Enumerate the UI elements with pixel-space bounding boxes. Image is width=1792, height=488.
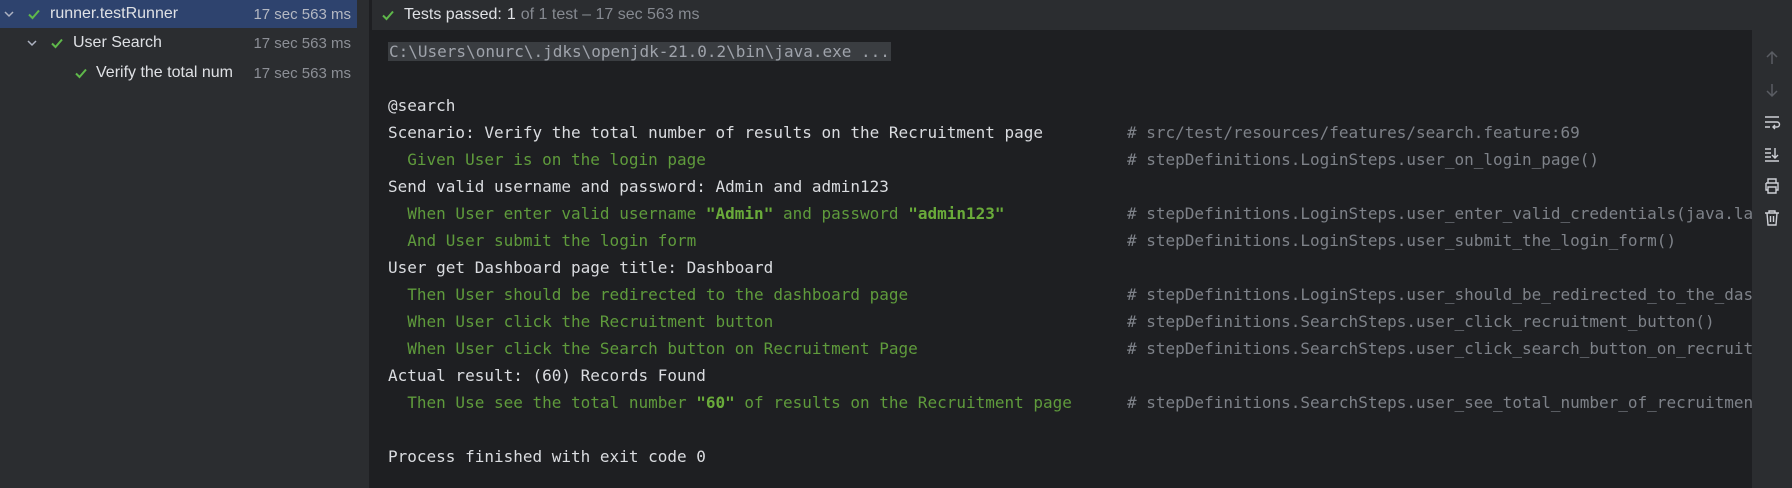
- step-text: Then Use see the total number: [388, 393, 697, 412]
- console-line: @search: [388, 96, 456, 115]
- console-line: Given User is on the login page: [388, 150, 706, 169]
- console-line: Scenario: Verify the total number of res…: [388, 123, 1044, 142]
- console-line: When User click the Search button on Rec…: [388, 339, 918, 358]
- trash-icon[interactable]: [1760, 206, 1784, 230]
- soft-wrap-icon[interactable]: [1760, 110, 1784, 134]
- tree-item-user-search[interactable]: User Search 17 sec 563 ms: [0, 29, 357, 57]
- console-line: Actual result: (60) Records Found: [388, 366, 706, 385]
- tree-item-label: User Search: [73, 34, 162, 51]
- step-text: and password: [773, 204, 909, 223]
- console-comment[interactable]: # stepDefinitions.LoginSteps.user_should…: [1127, 281, 1752, 308]
- step-param: "Admin": [705, 204, 774, 223]
- tree-item-time: 17 sec 563 ms: [253, 64, 351, 82]
- console-comment[interactable]: # stepDefinitions.SearchSteps.user_click…: [1127, 335, 1752, 362]
- step-text: When User enter valid username: [388, 204, 706, 223]
- tests-passed-count: 1: [506, 6, 516, 23]
- console-line: Process finished with exit code 0: [388, 447, 706, 466]
- console-comment[interactable]: # stepDefinitions.LoginSteps.user_submit…: [1127, 227, 1676, 254]
- print-icon[interactable]: [1760, 174, 1784, 198]
- console-comment[interactable]: # src/test/resources/features/search.fea…: [1127, 119, 1580, 146]
- console-line: When User enter valid username "Admin" a…: [388, 200, 1005, 227]
- chevron-down-icon[interactable]: [2, 7, 16, 21]
- step-param: "60": [696, 393, 735, 412]
- console-toolbar: [1752, 30, 1792, 488]
- tree-item-time: 17 sec 563 ms: [253, 5, 351, 23]
- tree-item-label: Verify the total num: [96, 64, 233, 81]
- tree-item-label: runner.testRunner: [50, 5, 179, 22]
- tests-passed-detail: of 1 test – 17 sec 563 ms: [520, 6, 700, 23]
- step-text: of results on the Recruitment page: [734, 393, 1072, 412]
- console-comment[interactable]: # stepDefinitions.LoginSteps.user_on_log…: [1127, 146, 1599, 173]
- console-comment[interactable]: # stepDefinitions.SearchSteps.user_click…: [1127, 308, 1715, 335]
- check-icon: [26, 6, 42, 22]
- scroll-to-end-icon[interactable]: [1760, 142, 1784, 166]
- console-line: Then User should be redirected to the da…: [388, 285, 909, 304]
- console-line: Send valid username and password: Admin …: [388, 177, 889, 196]
- console-output[interactable]: C:\Users\onurc\.jdks\openjdk-21.0.2\bin\…: [372, 30, 1752, 488]
- console-line: And User submit the login form: [388, 231, 697, 250]
- check-icon: [49, 35, 65, 51]
- console-line: Then Use see the total number "60" of re…: [388, 389, 1072, 416]
- step-param: "admin123": [908, 204, 1005, 223]
- chevron-down-icon[interactable]: [25, 36, 39, 50]
- test-status-header: Tests passed: 1 of 1 test – 17 sec 563 m…: [372, 0, 1792, 30]
- arrow-down-icon[interactable]: [1760, 78, 1784, 102]
- console-line: When User click the Recruitment button: [388, 312, 774, 331]
- check-icon: [73, 65, 89, 81]
- tree-item-time: 17 sec 563 ms: [253, 34, 351, 52]
- java-command[interactable]: C:\Users\onurc\.jdks\openjdk-21.0.2\bin\…: [388, 42, 891, 61]
- console-comment[interactable]: # stepDefinitions.LoginSteps.user_enter_…: [1127, 200, 1752, 227]
- tree-item-verify-total[interactable]: Verify the total num 17 sec 563 ms: [0, 59, 357, 87]
- console-line: C:\Users\onurc\.jdks\openjdk-21.0.2\bin\…: [388, 38, 891, 65]
- console-comment[interactable]: # stepDefinitions.SearchSteps.user_see_t…: [1127, 389, 1752, 416]
- tree-item-runner[interactable]: runner.testRunner 17 sec 563 ms: [0, 0, 357, 28]
- tests-passed-label: Tests passed:: [404, 6, 502, 23]
- arrow-up-icon[interactable]: [1760, 46, 1784, 70]
- test-tree: runner.testRunner 17 sec 563 ms User Sea…: [0, 0, 370, 488]
- console-line: User get Dashboard page title: Dashboard: [388, 258, 774, 277]
- check-icon: [380, 7, 396, 23]
